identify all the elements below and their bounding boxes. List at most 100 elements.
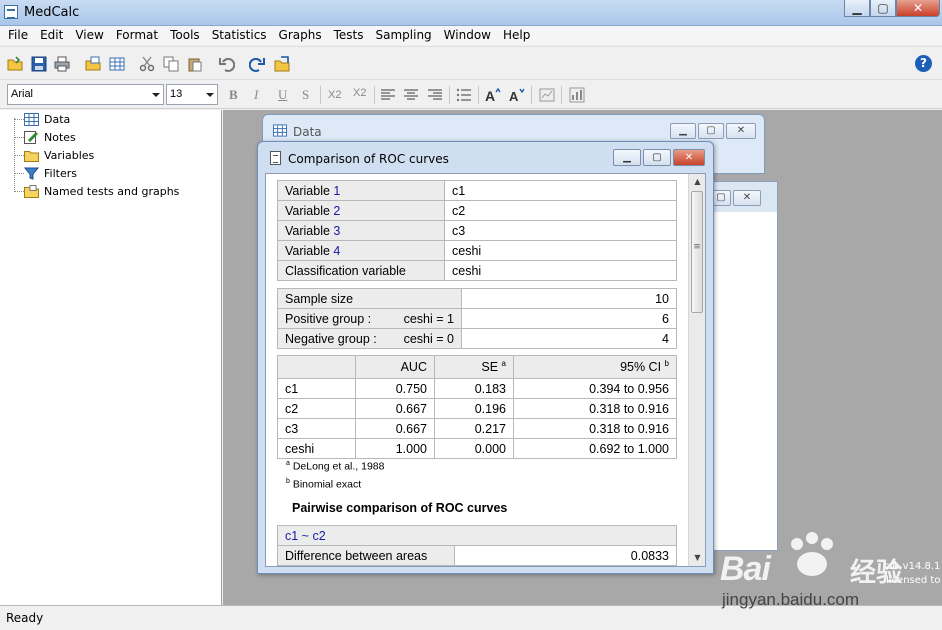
maximize-button[interactable]: ▢ — [870, 0, 896, 17]
background-window-controls: ▢ ✕ — [711, 190, 761, 206]
close-button[interactable]: ✕ — [896, 0, 940, 17]
auc-header-empty — [277, 355, 356, 379]
decrease-font-icon[interactable]: A — [509, 87, 525, 103]
menu-help[interactable]: Help — [497, 26, 536, 45]
redo-icon[interactable] — [249, 56, 265, 72]
roc-comparison-window[interactable]: Comparison of ROC curves ▁ ▢ ✕ Variable … — [257, 141, 714, 574]
tree-item-named-tests[interactable]: Named tests and graphs — [24, 183, 179, 199]
variable-value: c1 — [444, 180, 677, 201]
menu-sampling[interactable]: Sampling — [370, 26, 438, 45]
tree-item-label: Data — [44, 112, 71, 126]
tree-connector — [14, 119, 24, 120]
diff-label: Difference between areas — [277, 545, 455, 566]
filter-icon — [24, 167, 39, 180]
roc-minimize-button[interactable]: ▁ — [613, 149, 641, 166]
table-header-row: AUC SE a 95% CI b — [277, 355, 677, 379]
folder-icon — [24, 184, 39, 198]
menu-file[interactable]: File — [2, 26, 34, 45]
menu-graphs[interactable]: Graphs — [273, 26, 328, 45]
menu-tools[interactable]: Tools — [164, 26, 206, 45]
underline-button[interactable]: U — [278, 87, 287, 103]
ci-header: 95% CI b — [513, 355, 677, 379]
bold-button[interactable]: B — [229, 87, 238, 103]
roc-maximize-button[interactable]: ▢ — [643, 149, 671, 166]
open-data-icon[interactable] — [85, 56, 101, 72]
align-center-icon[interactable] — [403, 87, 419, 103]
tree-item-notes[interactable]: Notes — [24, 129, 76, 145]
row-name: c2 — [277, 398, 356, 419]
separator — [478, 86, 479, 104]
table-row: Positive group : ceshi = 1 6 — [277, 308, 677, 329]
align-left-icon[interactable] — [380, 87, 396, 103]
menu-tests[interactable]: Tests — [328, 26, 370, 45]
superscript-label: X2 — [353, 87, 367, 99]
bg-close-button[interactable]: ✕ — [733, 190, 761, 206]
se-value: 0.217 — [434, 418, 514, 439]
classification-value: ceshi — [444, 260, 677, 281]
cut-icon[interactable] — [139, 56, 155, 72]
bg-maximize-button[interactable]: ▢ — [711, 190, 731, 206]
align-right-icon[interactable] — [427, 87, 443, 103]
font-size-select[interactable]: 13 — [166, 84, 218, 105]
print-icon[interactable] — [54, 56, 70, 72]
paste-icon[interactable] — [187, 56, 203, 72]
increase-font-icon[interactable]: A — [485, 87, 501, 103]
export-icon[interactable] — [274, 56, 290, 72]
table-row: c3 0.667 0.217 0.318 to 0.916 — [277, 418, 677, 439]
bullet-list-icon[interactable] — [456, 87, 472, 103]
table-row: Sample size 10 — [277, 288, 677, 309]
spreadsheet-icon[interactable] — [109, 56, 125, 72]
font-family-select[interactable]: Arial — [7, 84, 164, 105]
footnote-b: b Binomial exact — [286, 478, 362, 491]
menu-statistics[interactable]: Statistics — [206, 26, 273, 45]
auc-value: 0.667 — [355, 398, 435, 419]
undo-icon[interactable] — [219, 56, 235, 72]
save-icon[interactable] — [31, 56, 47, 72]
classification-label: Classification variable — [277, 260, 445, 281]
menu-edit[interactable]: Edit — [34, 26, 69, 45]
ci-value: 0.318 to 0.916 — [513, 398, 677, 419]
scroll-up-icon[interactable]: ▲ — [689, 174, 705, 190]
bar-chart-icon[interactable] — [569, 87, 585, 103]
tree-item-label: Notes — [44, 130, 76, 144]
open-folder-icon[interactable] — [7, 56, 23, 72]
data-minimize-button[interactable]: ▁ — [670, 123, 696, 139]
subscript-button[interactable]: X2 — [328, 89, 341, 101]
insert-graph-icon[interactable] — [539, 87, 555, 103]
scroll-down-icon[interactable]: ▼ — [689, 550, 705, 566]
superscript-button[interactable]: X2 — [353, 87, 366, 99]
footnote-a: a DeLong et al., 1988 — [286, 460, 385, 473]
table-row: Negative group : ceshi = 0 4 — [277, 328, 677, 349]
help-icon[interactable]: ? — [915, 55, 932, 72]
maximize-icon: ▢ — [877, 1, 889, 15]
window-controls: ▁ ▢ ✕ — [844, 0, 940, 17]
row-name: c1 — [277, 378, 356, 399]
spreadsheet-icon — [273, 124, 287, 137]
table-header-row: c1 ~ c2 — [277, 525, 677, 546]
menu-window[interactable]: Window — [438, 26, 497, 45]
toolbar: ? — [0, 46, 942, 80]
notes-icon — [24, 130, 38, 144]
tree-item-data[interactable]: Data — [24, 111, 70, 127]
se-value: 0.196 — [434, 398, 514, 419]
roc-close-button[interactable]: ✕ — [673, 149, 705, 166]
italic-button[interactable]: I — [254, 87, 258, 103]
positive-group-label: Positive group : ceshi = 1 — [277, 308, 462, 329]
minimize-button[interactable]: ▁ — [844, 0, 870, 17]
menu-view[interactable]: View — [69, 26, 109, 45]
strikethrough-button[interactable]: S — [302, 87, 309, 103]
vertical-scrollbar[interactable]: ▲ ▼ — [688, 174, 705, 566]
paw-logo-icon — [791, 532, 833, 576]
tree-item-filters[interactable]: Filters — [24, 165, 77, 181]
tree-item-variables[interactable]: Variables — [24, 147, 94, 163]
se-value: 0.000 — [434, 438, 514, 459]
data-close-button[interactable]: ✕ — [726, 123, 756, 139]
copy-icon[interactable] — [163, 56, 179, 72]
watermark-logo-text: Bai — [720, 550, 771, 588]
row-name: ceshi — [277, 438, 356, 459]
data-maximize-button[interactable]: ▢ — [698, 123, 724, 139]
menu-format[interactable]: Format — [110, 26, 164, 45]
document-icon — [270, 151, 281, 165]
close-icon: ✕ — [912, 1, 924, 15]
scrollbar-thumb[interactable] — [691, 191, 703, 313]
